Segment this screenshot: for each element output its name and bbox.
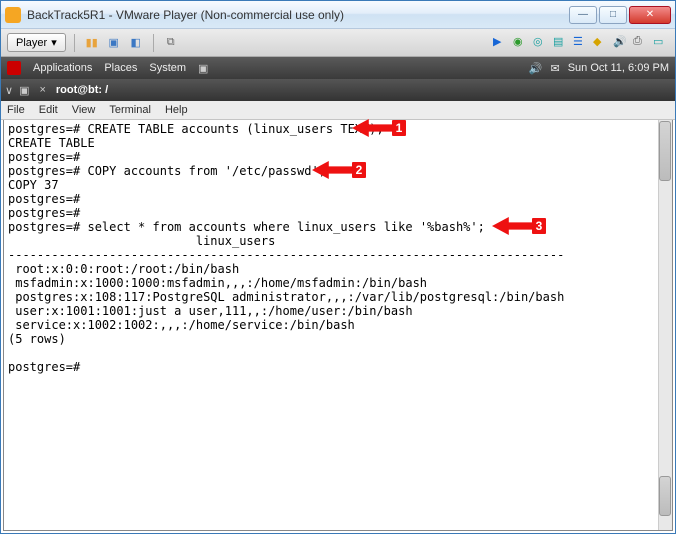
window-controls: — □ ✕ — [569, 6, 671, 24]
callout-number: 2 — [352, 162, 366, 178]
terminal-menubar: File Edit View Terminal Help — [1, 101, 675, 120]
menu-file[interactable]: File — [7, 104, 25, 116]
toolbar-quick-icons: ▮▮ ▣ ◧ — [83, 34, 145, 52]
vmware-icon — [5, 7, 21, 23]
vmware-toolbar: Player ▾ ▮▮ ▣ ◧ ⧉ ▶ ◉ ◎ ▤ ☰ ◆ 🔊 ⎙ ▭ — [1, 29, 675, 57]
cd-icon[interactable]: ◎ — [533, 35, 549, 51]
command: COPY accounts from '/etc/passwd'; — [87, 164, 325, 178]
output-line: user:x:1001:1001:just a user,111,,:/home… — [8, 304, 413, 318]
terminal-body: postgres=# CREATE TABLE accounts (linux_… — [3, 120, 673, 531]
output-line: msfadmin:x:1000:1000:msfadmin,,,:/home/m… — [8, 276, 427, 290]
callout-1: 1 — [352, 119, 406, 137]
command: CREATE TABLE accounts (linux_users TEXT)… — [87, 122, 383, 136]
play-icon[interactable]: ▶ — [493, 35, 509, 51]
clock-text[interactable]: Sun Oct 11, 6:09 PM — [568, 62, 669, 74]
prompt: postgres=# — [8, 206, 80, 220]
window-title: BackTrack5R1 - VMware Player (Non-commer… — [27, 8, 569, 22]
minimize-button[interactable]: — — [569, 6, 597, 24]
terminal-title: root@bt: / — [56, 84, 108, 96]
prompt: postgres=# — [8, 220, 87, 234]
prompt: postgres=# — [8, 122, 87, 136]
callout-number: 3 — [532, 218, 546, 234]
fullscreen-icon[interactable]: ▣ — [105, 34, 123, 52]
terminal-output[interactable]: postgres=# CREATE TABLE accounts (linux_… — [4, 120, 672, 376]
scrollbar-thumb[interactable] — [659, 476, 671, 516]
command: select * from accounts where linux_users… — [87, 220, 484, 234]
separator — [153, 34, 154, 52]
terminal-menu-toggle-icon[interactable]: ∨ — [5, 84, 13, 97]
callout-number: 1 — [392, 120, 406, 136]
places-menu[interactable]: Places — [104, 62, 137, 74]
callout-2: 2 — [312, 161, 366, 179]
floppy-icon[interactable]: ▤ — [553, 35, 569, 51]
usb-icon[interactable]: ◆ — [593, 35, 609, 51]
prompt: postgres=# — [8, 360, 80, 374]
chevron-down-icon: ▾ — [51, 36, 57, 49]
disk-icon[interactable]: ◉ — [513, 35, 529, 51]
tools-icon[interactable]: ⧉ — [162, 34, 180, 52]
player-menu-button[interactable]: Player ▾ — [7, 33, 66, 52]
tab-close-icon[interactable]: × — [35, 84, 49, 96]
printer-icon[interactable]: ⎙ — [633, 35, 649, 51]
system-menu[interactable]: System — [149, 62, 186, 74]
prompt: postgres=# — [8, 192, 80, 206]
terminal-titlebar: ∨ ▣ × root@bt: / — [1, 79, 675, 101]
status-icons: ▶ ◉ ◎ ▤ ☰ ◆ 🔊 ⎙ ▭ — [493, 35, 669, 51]
display-icon[interactable]: ▭ — [653, 35, 669, 51]
terminal-window-icon: ▣ — [19, 84, 29, 97]
menu-help[interactable]: Help — [165, 104, 188, 116]
network-icon[interactable]: ☰ — [573, 35, 589, 51]
arrow-icon — [492, 217, 534, 235]
output-line: linux_users — [8, 234, 275, 248]
player-menu-label: Player — [16, 37, 47, 49]
sound-indicator-icon[interactable]: 🔊 — [529, 62, 543, 75]
arrow-icon — [352, 119, 394, 137]
close-button[interactable]: ✕ — [629, 6, 671, 24]
separator — [74, 34, 75, 52]
arrow-icon — [312, 161, 354, 179]
terminal-scrollbar[interactable] — [658, 120, 672, 530]
sound-icon[interactable]: 🔊 — [613, 35, 629, 51]
mail-indicator-icon[interactable]: ✉ — [550, 62, 559, 75]
applications-menu[interactable]: Applications — [33, 62, 92, 74]
output-line: CREATE TABLE — [8, 136, 95, 150]
menu-view[interactable]: View — [72, 104, 96, 116]
maximize-button[interactable]: □ — [599, 6, 627, 24]
gnome-panel: Applications Places System ▣ 🔊 ✉ Sun Oct… — [1, 57, 675, 79]
output-line: (5 rows) — [8, 332, 66, 346]
windows-titlebar: BackTrack5R1 - VMware Player (Non-commer… — [1, 1, 675, 29]
menu-terminal[interactable]: Terminal — [109, 104, 151, 116]
output-line: COPY 37 — [8, 178, 59, 192]
terminal-launcher-icon[interactable]: ▣ — [198, 62, 208, 75]
output-line: ----------------------------------------… — [8, 248, 564, 262]
output-line: root:x:0:0:root:/root:/bin/bash — [8, 262, 239, 276]
output-line: postgres:x:108:117:PostgreSQL administra… — [8, 290, 564, 304]
menu-edit[interactable]: Edit — [39, 104, 58, 116]
callout-3: 3 — [492, 217, 546, 235]
backtrack-logo-icon[interactable] — [7, 61, 21, 75]
unity-icon[interactable]: ◧ — [127, 34, 145, 52]
folder-icon[interactable]: ▮▮ — [83, 34, 101, 52]
prompt: postgres=# — [8, 150, 80, 164]
output-line: service:x:1002:1002:,,,:/home/service:/b… — [8, 318, 355, 332]
prompt: postgres=# — [8, 164, 87, 178]
scrollbar-thumb[interactable] — [659, 121, 671, 181]
